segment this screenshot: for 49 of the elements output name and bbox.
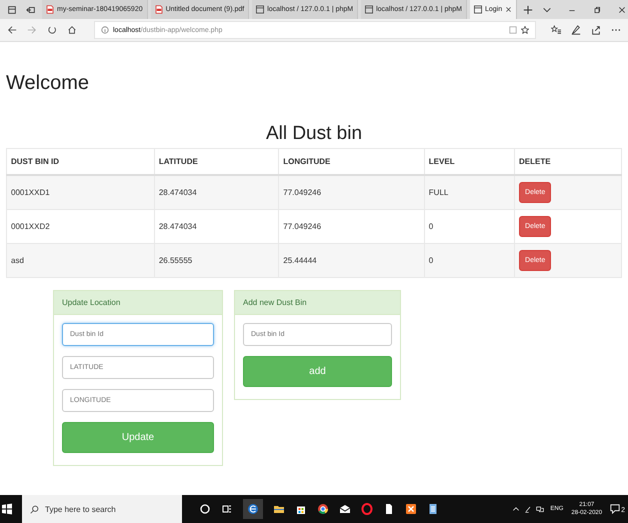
document-icon[interactable]: [383, 503, 395, 515]
new-tab-icon[interactable]: [523, 4, 534, 14]
page-icon: [365, 5, 374, 14]
opera-icon[interactable]: [361, 503, 373, 515]
table-cell: asd: [6, 244, 154, 278]
table-cell: 25.44444: [278, 244, 424, 278]
task-view-icon[interactable]: [221, 503, 233, 515]
pdf-icon: [46, 5, 54, 14]
notepad-icon[interactable]: [427, 503, 439, 515]
network-icon[interactable]: [536, 505, 544, 513]
panel-title: Update Location: [54, 291, 222, 315]
search-placeholder: Type here to search: [45, 504, 116, 514]
page-heading: Welcome: [6, 72, 90, 95]
folder-icon[interactable]: [273, 503, 285, 515]
info-icon: [101, 26, 109, 34]
close-icon[interactable]: [618, 6, 626, 14]
table-cell: 0: [424, 244, 515, 278]
search-icon: [30, 504, 39, 514]
table-title: All Dust bin: [264, 123, 364, 145]
speech-bubble-icon: [610, 504, 620, 514]
table-cell: 26.55555: [154, 244, 279, 278]
table-cell: 77.049246: [278, 175, 424, 210]
table-cell: FULL: [424, 175, 515, 210]
chevron-up-icon[interactable]: [512, 505, 520, 513]
refresh-icon[interactable]: [47, 25, 57, 35]
home-icon[interactable]: [67, 25, 77, 35]
share-icon[interactable]: [591, 25, 601, 35]
circle-icon[interactable]: [199, 503, 211, 515]
chrome-icon[interactable]: [317, 503, 329, 515]
star-icon[interactable]: [521, 26, 529, 34]
tabs-icon[interactable]: [7, 4, 17, 14]
table-cell: 0001XXD1: [6, 175, 154, 210]
back-icon[interactable]: [7, 25, 17, 35]
back-tab-icon[interactable]: [26, 4, 36, 14]
favorites-icon[interactable]: [551, 25, 561, 35]
panel-title: Add new Dust Bin: [235, 291, 400, 315]
page-icon: [474, 5, 482, 14]
pdf-icon: [154, 5, 163, 14]
pen-tray-icon[interactable]: [524, 505, 532, 513]
envelope-icon[interactable]: [339, 503, 351, 515]
browser-e-icon[interactable]: [243, 499, 263, 519]
close-tab-icon[interactable]: [505, 6, 512, 13]
xampp-icon[interactable]: [405, 503, 417, 515]
page-icon: [256, 5, 264, 14]
windows-icon[interactable]: [1, 503, 13, 515]
table-cell: 28.474034: [154, 175, 279, 210]
restore-icon[interactable]: [593, 6, 602, 14]
search-field[interactable]: Type here to search: [22, 495, 182, 523]
pen-icon[interactable]: [571, 25, 581, 35]
